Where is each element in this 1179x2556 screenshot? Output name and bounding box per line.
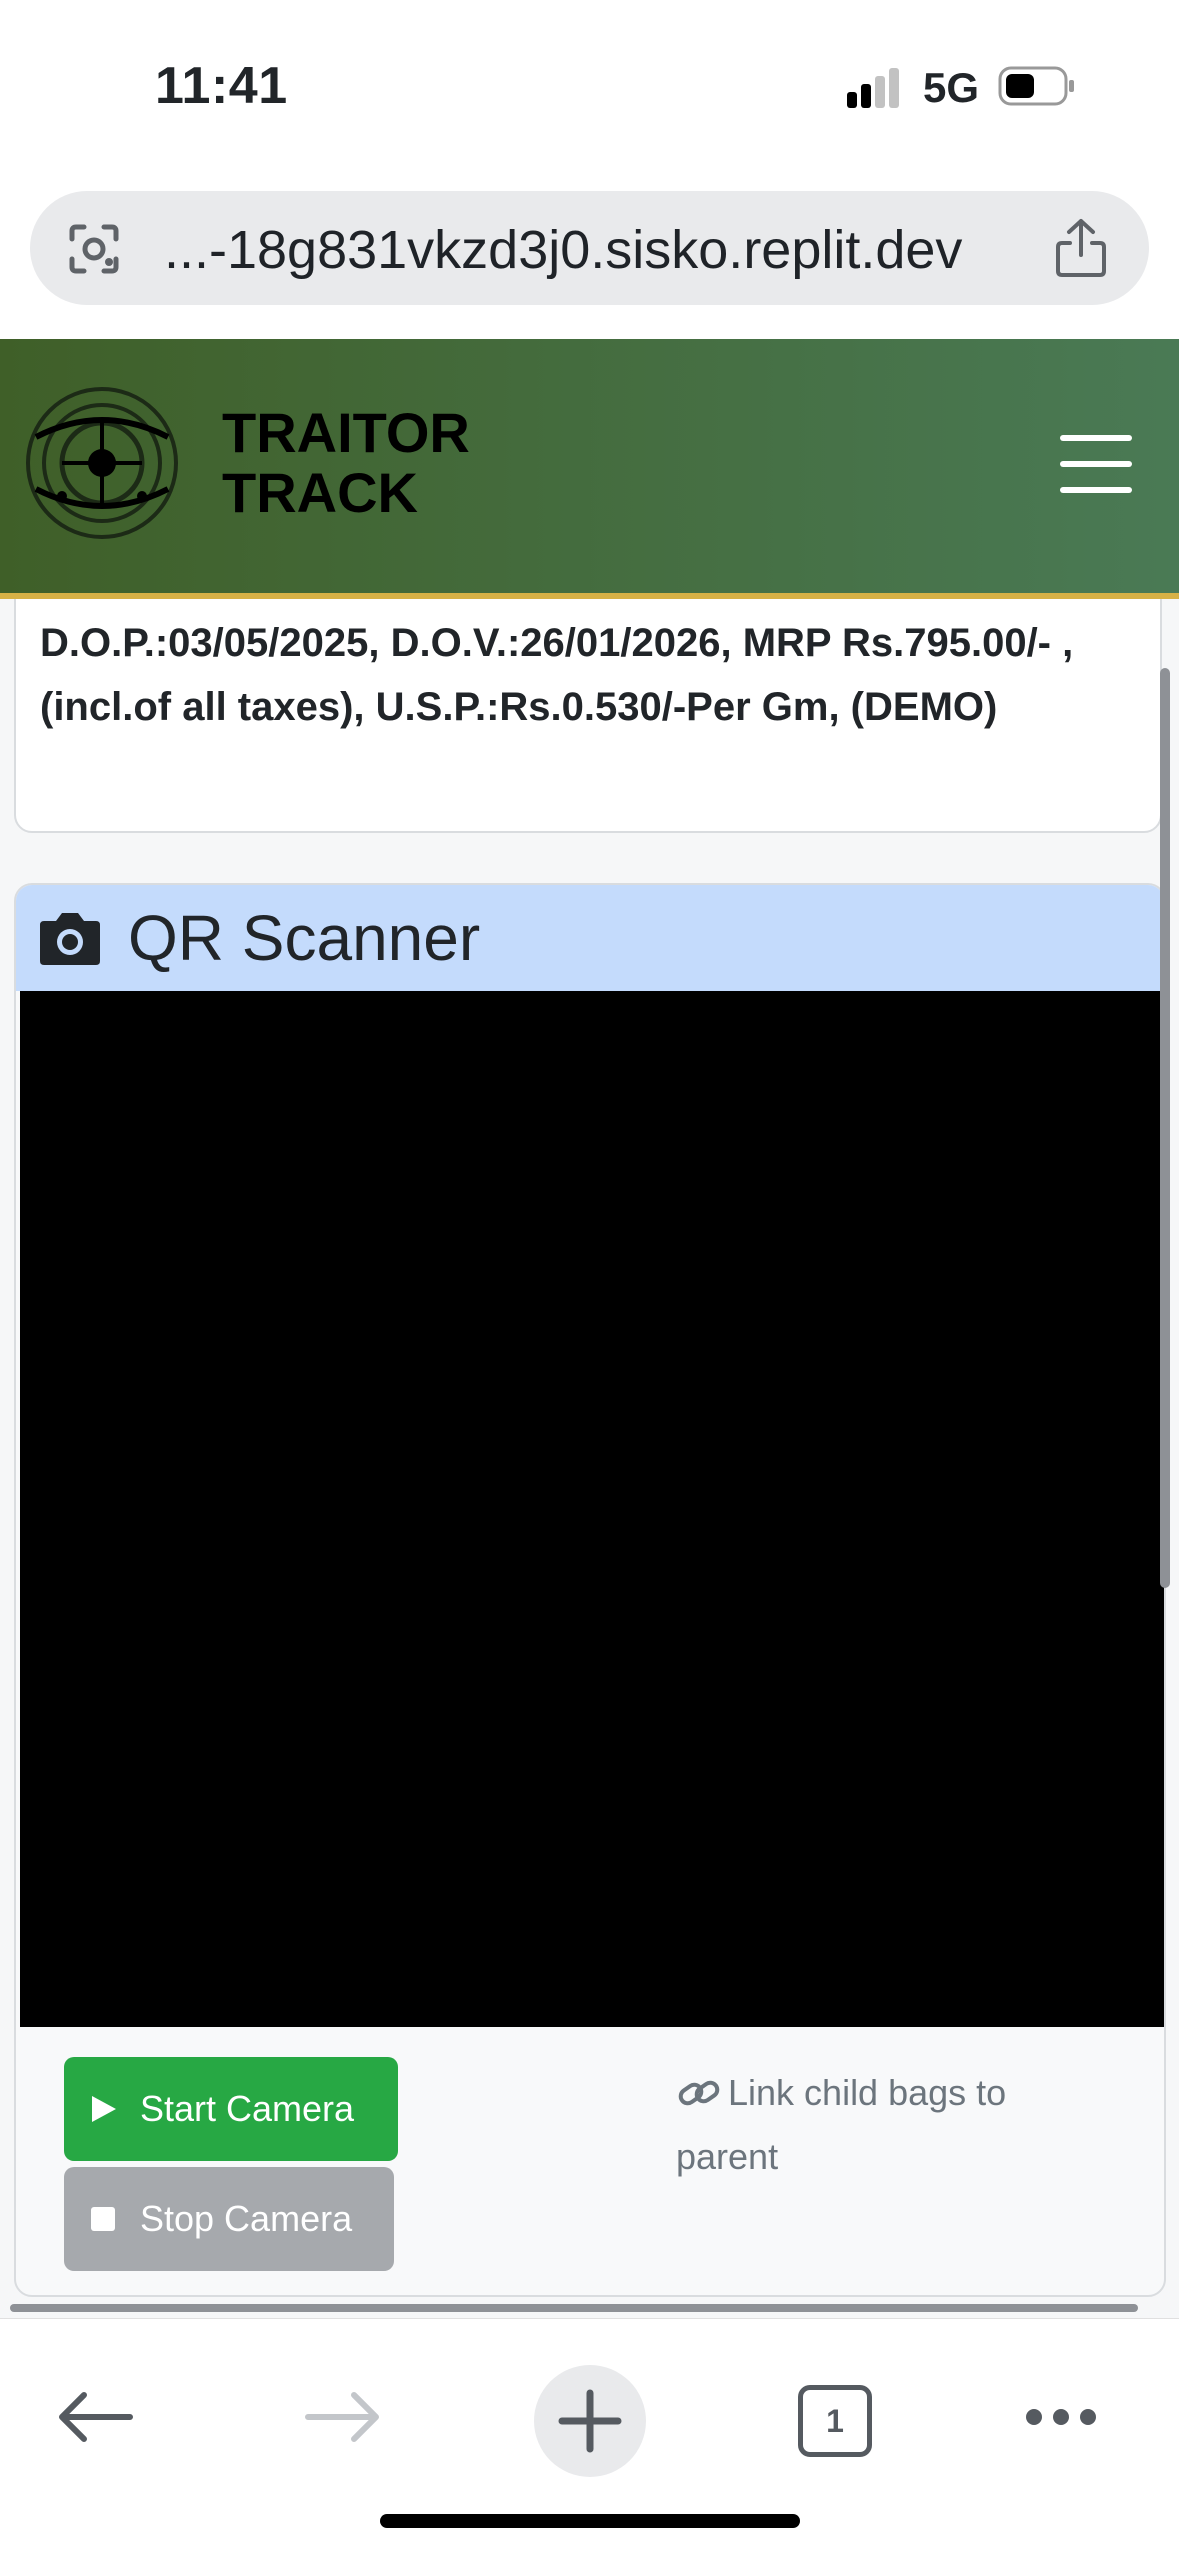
plus-icon: [558, 2389, 622, 2453]
stop-camera-label: Stop Camera: [140, 2198, 353, 2239]
play-icon: [92, 2096, 116, 2122]
app-navbar: TRAITOR TRACK: [0, 339, 1179, 599]
horizontal-scrollbar[interactable]: [10, 2304, 1138, 2312]
brand-line-1: TRAITOR: [222, 401, 470, 464]
brand-title[interactable]: TRAITOR TRACK: [222, 403, 470, 523]
product-info-card: D.O.P.:03/05/2025, D.O.V.:26/01/2026, MR…: [14, 599, 1162, 833]
signal-icon: [847, 68, 899, 108]
tabs-icon[interactable]: 1: [798, 2385, 872, 2457]
scanner-title: QR Scanner: [128, 902, 481, 974]
brand-line-2: TRACK: [222, 461, 418, 524]
forward-icon[interactable]: [304, 2391, 382, 2443]
link-child-bags-link[interactable]: Link child bags to parent: [676, 2061, 1096, 2189]
new-tab-button[interactable]: [534, 2365, 646, 2477]
home-indicator[interactable]: [380, 2514, 800, 2528]
status-bar: 11:41 5G: [0, 0, 1179, 175]
share-icon[interactable]: [1052, 217, 1110, 279]
camera-icon: [40, 913, 100, 965]
link-icon: [678, 2080, 720, 2106]
url-text[interactable]: ...-18g831vkzd3j0.sisko.replit.dev: [164, 219, 962, 281]
qr-scanner-card: QR Scanner Start Camera Stop Camera Link…: [14, 883, 1166, 2297]
link-child-bags-label: Link child bags to parent: [676, 2072, 1007, 2177]
camera-preview: [20, 991, 1164, 2027]
scanner-header: QR Scanner: [16, 885, 1164, 991]
lens-icon[interactable]: [66, 221, 122, 277]
more-icon[interactable]: [1024, 2405, 1098, 2429]
tab-count: 1: [798, 2385, 872, 2457]
battery-icon: [998, 66, 1074, 106]
menu-icon[interactable]: [1060, 435, 1136, 497]
stop-icon: [91, 2207, 115, 2231]
product-info-text: D.O.P.:03/05/2025, D.O.V.:26/01/2026, MR…: [40, 621, 1074, 729]
page-scrollbar[interactable]: [1160, 668, 1170, 1588]
page-content: D.O.P.:03/05/2025, D.O.V.:26/01/2026, MR…: [0, 599, 1179, 2319]
start-camera-button[interactable]: Start Camera: [64, 2057, 398, 2161]
stop-camera-button[interactable]: Stop Camera: [64, 2167, 394, 2271]
address-bar[interactable]: ...-18g831vkzd3j0.sisko.replit.dev: [30, 191, 1149, 305]
back-icon[interactable]: [56, 2391, 134, 2443]
start-camera-label: Start Camera: [140, 2088, 355, 2129]
network-label: 5G: [923, 64, 980, 111]
status-time: 11:41: [155, 57, 288, 115]
logo-icon[interactable]: [22, 383, 182, 543]
